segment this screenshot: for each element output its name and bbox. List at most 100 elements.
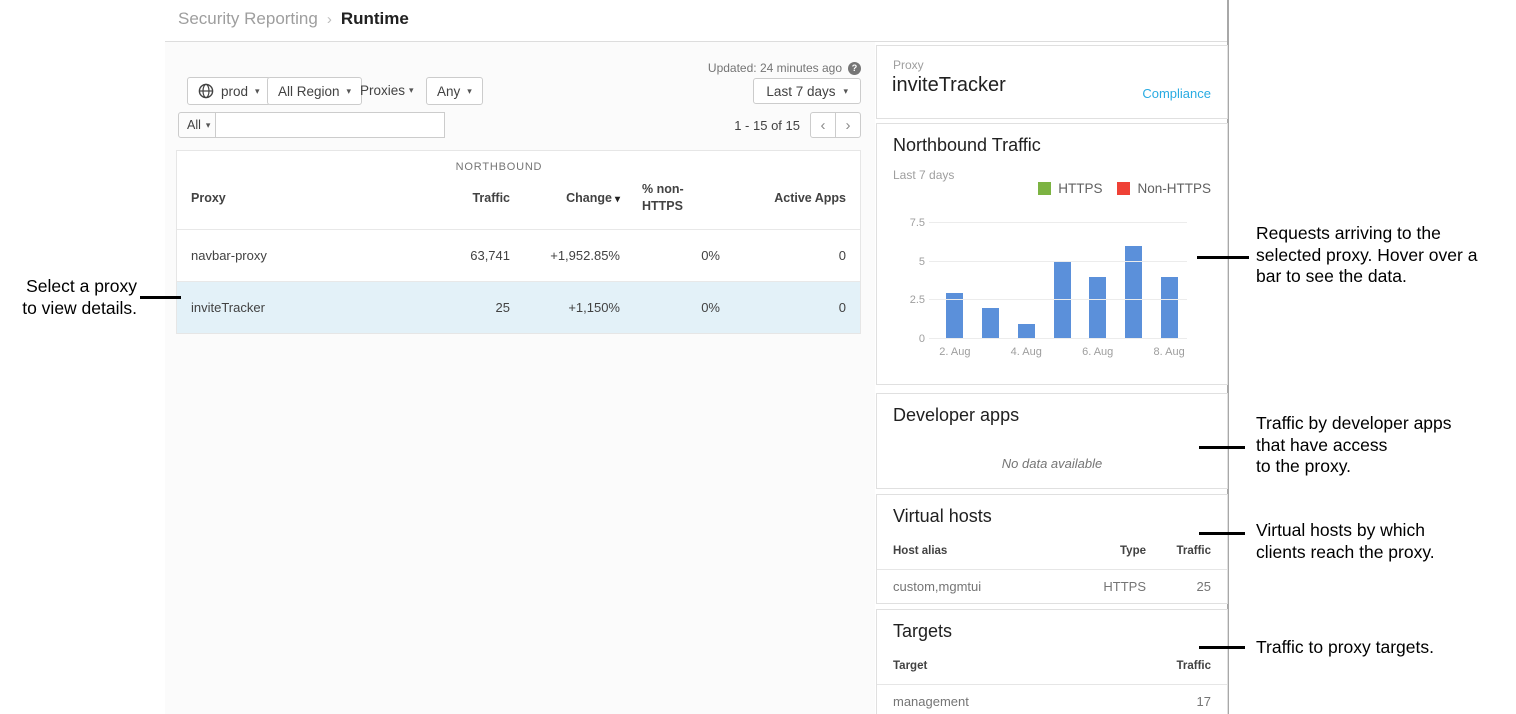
x-axis-tick-label: 4. Aug [1011, 346, 1042, 358]
legend-label: HTTPS [1058, 181, 1102, 196]
proxy-detail-header-card: Proxy inviteTracker Compliance [876, 45, 1228, 119]
table-row[interactable]: navbar-proxy 63,741 +1,952.85% 0% 0 [177, 229, 860, 281]
callout-line [1199, 446, 1245, 449]
column-header-non-https[interactable]: % non-HTTPS [620, 181, 720, 215]
cell-proxy-name: navbar-proxy [191, 248, 400, 263]
developer-apps-card: Developer apps No data available [876, 393, 1228, 489]
cell-active-apps: 0 [720, 248, 846, 263]
cell-host-alias: custom,mgmtui [893, 579, 1056, 594]
selected-proxy-name: inviteTracker [892, 74, 1006, 97]
chart-gridline [929, 299, 1187, 300]
help-icon[interactable]: ? [848, 62, 861, 75]
chevron-down-icon: ▾ [206, 120, 211, 131]
targets-title: Targets [893, 621, 952, 642]
breadcrumb: Security Reporting › Runtime [178, 9, 409, 29]
annotation-virtual-hosts: Virtual hosts by which clients reach the… [1256, 520, 1435, 563]
chart-bars [937, 223, 1187, 339]
region-dropdown[interactable]: All Region ▾ [267, 77, 362, 105]
header-divider [165, 41, 1227, 42]
updated-text: Updated: 24 minutes ago [708, 61, 842, 75]
cell-change: +1,952.85% [510, 248, 620, 263]
x-axis-tick-label: 2. Aug [939, 346, 970, 358]
chart-gridline [929, 338, 1187, 339]
callout-line [1199, 532, 1245, 535]
northbound-group-header: NORTHBOUND [349, 161, 649, 173]
column-header-traffic[interactable]: Traffic [400, 191, 510, 205]
chart-bar-slot [973, 308, 1009, 339]
column-header-change[interactable]: Change▾ [510, 191, 620, 205]
target-row: management 17 [893, 694, 1211, 709]
security-reporting-runtime-page: Security Reporting › Runtime prod ▾ All … [0, 0, 1516, 714]
proxies-dropdown[interactable]: Proxies ▾ [360, 83, 414, 98]
y-axis-tick-label: 0 [919, 333, 925, 345]
chevron-down-icon: ▾ [843, 86, 848, 97]
cell-proxy-name: inviteTracker [191, 300, 400, 315]
column-header-active-apps[interactable]: Active Apps [720, 191, 846, 205]
chart-bar[interactable] [1161, 277, 1178, 339]
column-header-traffic: Traffic [1146, 545, 1211, 557]
any-label: Any [437, 84, 460, 99]
no-data-message: No data available [877, 456, 1227, 471]
table-row-selected[interactable]: inviteTracker 25 +1,150% 0% 0 [177, 281, 860, 333]
proxy-label: Proxy [893, 58, 924, 72]
annotation-developer-apps: Traffic by developer apps that have acce… [1256, 413, 1452, 478]
breadcrumb-section[interactable]: Security Reporting [178, 9, 318, 29]
proxies-label: Proxies [360, 83, 405, 98]
callout-line [140, 296, 181, 299]
pagination-range: 1 - 15 of 15 [734, 118, 800, 133]
legend-swatch [1038, 182, 1051, 195]
x-axis-tick-label: 8. Aug [1154, 346, 1185, 358]
annotation-select-proxy: Select a proxy to view details. [0, 276, 137, 319]
chevron-down-icon: ▾ [255, 86, 260, 97]
column-header-proxy[interactable]: Proxy [191, 191, 400, 205]
chart-subtitle: Last 7 days [893, 168, 954, 182]
chart-bar[interactable] [982, 308, 999, 339]
globe-icon [198, 83, 214, 99]
legend-label: Non-HTTPS [1137, 181, 1211, 196]
chevron-down-icon: ▾ [409, 85, 414, 96]
chart-bar[interactable] [1018, 324, 1035, 339]
annotation-requests: Requests arriving to the selected proxy.… [1256, 223, 1477, 288]
environment-dropdown[interactable]: prod ▾ [187, 77, 271, 105]
cell-traffic: 63,741 [400, 248, 510, 263]
chart-bar-slot [1151, 277, 1187, 339]
chart-bar[interactable] [1089, 277, 1106, 339]
date-range-dropdown[interactable]: Last 7 days ▾ [753, 78, 861, 104]
cell-change: +1,150% [510, 300, 620, 315]
chart-gridline [929, 261, 1187, 262]
previous-page-button[interactable]: ‹ [810, 112, 836, 138]
virtual-hosts-header-row: Host alias Type Traffic [893, 545, 1211, 557]
search-scope-label: All [187, 118, 201, 132]
targets-header-row: Target Traffic [893, 660, 1211, 672]
northbound-traffic-title: Northbound Traffic [893, 135, 1041, 156]
page-title: Runtime [341, 9, 409, 29]
date-range-label: Last 7 days [766, 84, 835, 99]
cell-non-https: 0% [620, 300, 720, 315]
chart-bar-slot [1008, 324, 1044, 339]
column-header-type: Type [1056, 545, 1146, 557]
compliance-link[interactable]: Compliance [1142, 86, 1211, 101]
annotation-targets: Traffic to proxy targets. [1256, 637, 1434, 659]
y-axis-tick-label: 2.5 [910, 294, 925, 306]
pagination-controls: ‹ › [810, 112, 861, 138]
any-filter-dropdown[interactable]: Any ▾ [426, 77, 483, 105]
next-page-button[interactable]: › [835, 112, 861, 138]
developer-apps-title: Developer apps [893, 405, 1019, 426]
callout-line [1197, 256, 1249, 259]
chart-bar-slot [1080, 277, 1116, 339]
virtual-host-row: custom,mgmtui HTTPS 25 [893, 579, 1211, 594]
chart-x-axis: 2. Aug 4. Aug 6. Aug 8. Aug [937, 346, 1187, 360]
cell-type: HTTPS [1056, 579, 1146, 594]
x-axis-tick-label: 6. Aug [1082, 346, 1113, 358]
breadcrumb-chevron-icon: › [327, 11, 332, 28]
cell-non-https: 0% [620, 248, 720, 263]
table-header-row: Proxy Traffic Change▾ % non-HTTPS Active… [177, 173, 860, 229]
column-header-host-alias: Host alias [893, 545, 1056, 557]
search-input[interactable] [215, 112, 445, 138]
cell-traffic: 17 [1146, 694, 1211, 709]
y-axis-tick-label: 7.5 [910, 217, 925, 229]
chart-gridline [929, 222, 1187, 223]
search-scope-dropdown[interactable]: All ▾ [178, 112, 219, 138]
column-header-target: Target [893, 660, 1146, 672]
chart-y-axis: 02.557.5 [893, 223, 931, 339]
